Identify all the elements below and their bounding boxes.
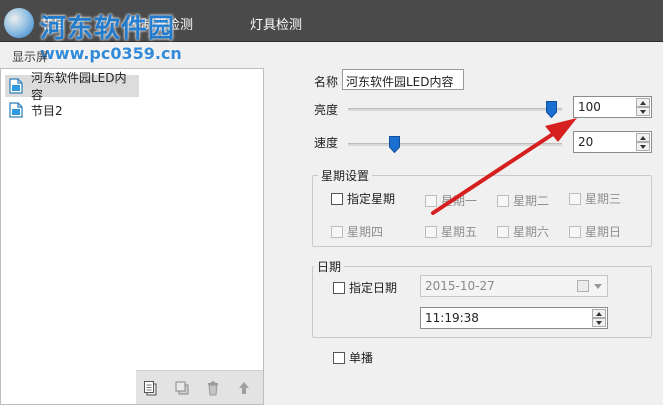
weekday-label: 星期一 <box>441 194 478 208</box>
program-file-icon <box>9 78 23 94</box>
speed-up-button[interactable] <box>636 133 650 142</box>
date-picker[interactable]: 2015-10-27 <box>420 275 608 297</box>
move-up-icon[interactable] <box>233 377 255 399</box>
display-screen-label: 显示屏 <box>12 50 49 64</box>
brightness-slider-track[interactable] <box>348 108 562 111</box>
weekday-checkbox-monday[interactable]: 星期一 <box>425 192 477 209</box>
program-toolbar <box>136 370 263 404</box>
program-list-item[interactable]: 节目2 <box>5 99 105 121</box>
weekday-checkbox-friday[interactable]: 星期五 <box>425 223 477 240</box>
weekday-label: 星期五 <box>441 225 478 239</box>
week-settings-title: 星期设置 <box>318 167 373 184</box>
name-value: 河东软件园LED内容 <box>346 75 454 89</box>
calendar-icon[interactable] <box>577 280 589 292</box>
weekday-checkbox-sunday[interactable]: 星期日 <box>569 223 621 240</box>
brightness-spinbox[interactable]: 100 <box>573 96 652 118</box>
brightness-down-button[interactable] <box>636 107 650 116</box>
brightness-label: 亮度 <box>314 103 339 117</box>
weekday-checkbox-thursday[interactable]: 星期四 <box>331 223 383 240</box>
time-down-button[interactable] <box>592 318 606 327</box>
specify-date-label: 指定日期 <box>349 281 398 295</box>
weekday-checkbox-saturday[interactable]: 星期六 <box>497 223 549 240</box>
speed-slider-thumb[interactable] <box>388 136 400 154</box>
weekday-label: 星期四 <box>347 225 384 239</box>
brightness-value: 100 <box>578 100 601 114</box>
speed-slider-track[interactable] <box>348 143 562 146</box>
brightness-up-button[interactable] <box>636 98 650 107</box>
watermark-url: www.pc0359.cn <box>40 44 182 63</box>
date-value: 2015-10-27 <box>425 279 495 293</box>
copy-icon[interactable] <box>140 377 162 399</box>
weekday-label: 星期二 <box>513 194 550 208</box>
program-list-item[interactable]: 河东软件园LED内容 <box>5 71 139 102</box>
specify-week-checkbox[interactable]: 指定星期 <box>331 190 395 207</box>
weekday-checkbox-tuesday[interactable]: 星期二 <box>497 192 549 209</box>
weekday-label: 星期三 <box>585 192 622 206</box>
delete-icon[interactable] <box>202 377 224 399</box>
tab-lamp-check[interactable]: 灯具检测 <box>250 14 302 33</box>
single-play-checkbox[interactable]: 单播 <box>333 349 373 366</box>
watermark-title: 河东软件园 <box>40 14 176 44</box>
speed-down-button[interactable] <box>636 142 650 151</box>
brightness-slider-thumb[interactable] <box>546 101 557 119</box>
specify-week-label: 指定星期 <box>347 192 396 206</box>
speed-value: 20 <box>578 135 594 149</box>
duplicate-icon[interactable] <box>171 377 193 399</box>
weekday-label: 星期六 <box>513 225 550 239</box>
time-spinbox[interactable]: 11:19:38 <box>420 307 608 329</box>
weekday-checkbox-wednesday[interactable]: 星期三 <box>569 190 621 207</box>
speed-spinbox[interactable]: 20 <box>573 131 652 153</box>
watermark-logo <box>4 8 34 38</box>
time-value: 11:19:38 <box>425 311 479 325</box>
program-list-panel: 河东软件园LED内容 节目2 <box>0 68 264 405</box>
single-play-label: 单播 <box>349 351 374 365</box>
program-label: 河东软件园LED内容 <box>31 71 127 102</box>
weekday-label: 星期日 <box>585 225 622 239</box>
program-label: 节目2 <box>31 103 63 118</box>
date-group-title: 日期 <box>314 258 345 275</box>
speed-label: 速度 <box>314 136 339 150</box>
program-file-icon <box>9 102 23 118</box>
name-label: 名称 <box>314 75 339 89</box>
specify-date-checkbox[interactable]: 指定日期 <box>333 279 397 296</box>
name-field[interactable]: 河东软件园LED内容 <box>342 69 464 90</box>
chevron-down-icon[interactable] <box>594 284 602 289</box>
time-up-button[interactable] <box>592 309 606 318</box>
